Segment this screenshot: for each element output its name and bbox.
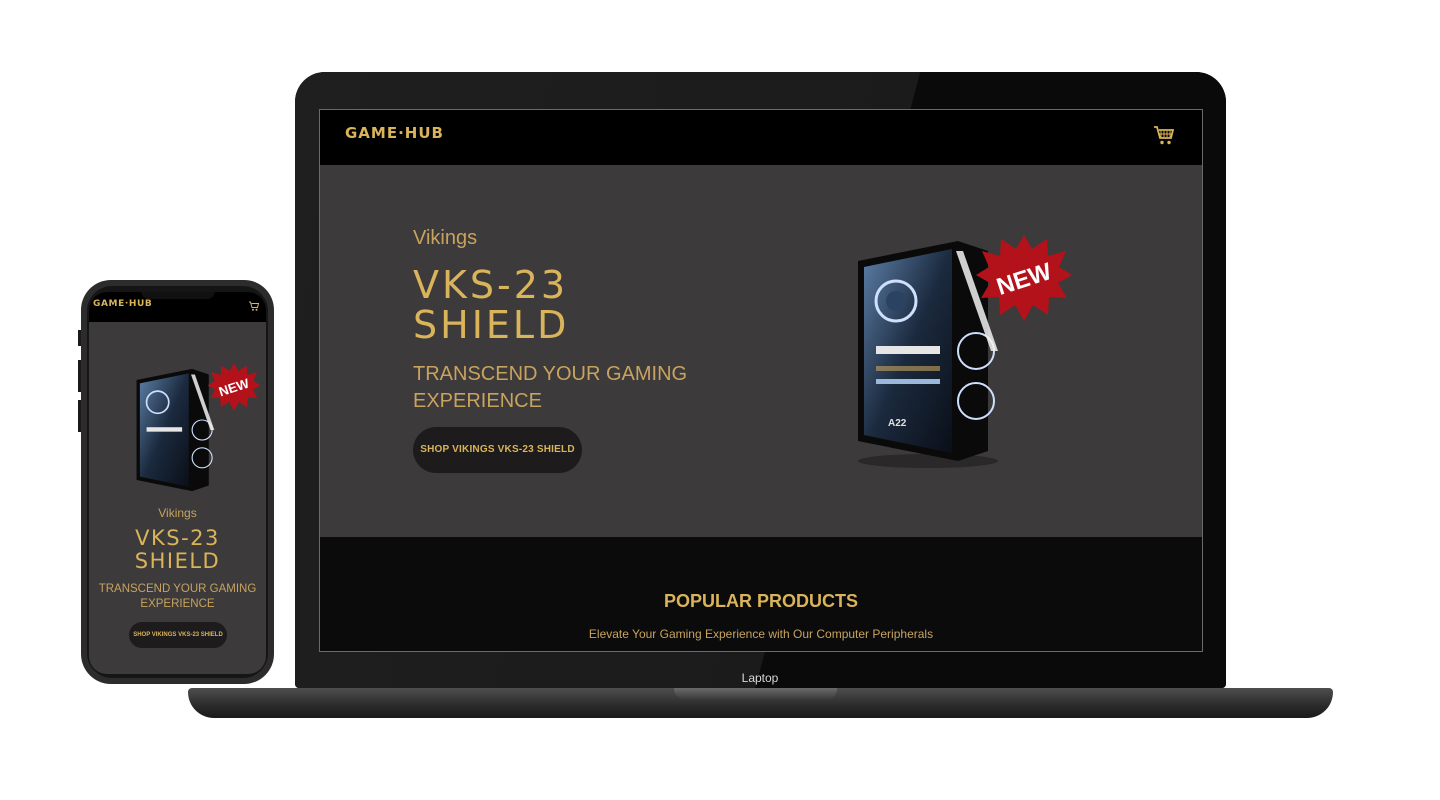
phone-screen: GAME·HUB NEW Vikings VKS-23 SHIELD TRANS… <box>89 292 266 674</box>
new-badge: NEW <box>207 363 261 411</box>
phone-hero-title: VKS-23 SHIELD <box>134 526 221 573</box>
laptop-label: Laptop <box>741 671 779 685</box>
shop-now-button[interactable]: SHOP VIKINGS VKS-23 SHIELD <box>413 427 582 473</box>
laptop-notch <box>674 688 837 699</box>
hero-title: VKS-23 SHIELD <box>413 263 570 347</box>
site-logo[interactable]: GAME·HUB <box>345 124 444 142</box>
phone-hero-brand: Vikings <box>158 506 197 520</box>
hero-tagline: TRANSCEND YOUR GAMING EXPERIENCE <box>413 363 688 412</box>
phone-hero-tagline: TRANSCEND YOUR GAMING EXPERIENCE <box>98 583 257 610</box>
phone-volume-up <box>78 360 81 392</box>
site-nav: GAME·HUB <box>320 110 1202 165</box>
popular-subtitle: Elevate Your Gaming Experience with Our … <box>588 627 934 641</box>
popular-products-section: POPULAR PRODUCTS Elevate Your Gaming Exp… <box>320 537 1202 651</box>
popular-title: POPULAR PRODUCTS <box>663 591 858 611</box>
new-badge: NEW <box>976 235 1072 321</box>
phone-logo[interactable]: GAME·HUB <box>93 299 152 309</box>
phone-nav: GAME·HUB <box>89 292 266 322</box>
hero-brand: Vikings <box>413 227 478 249</box>
shopping-cart-icon[interactable] <box>248 300 260 312</box>
hero-section: Vikings VKS-23 SHIELD TRANSCEND YOUR GAM… <box>320 165 1202 537</box>
phone-shop-now-button[interactable]: SHOP VIKINGS VKS-23 SHIELD <box>129 622 227 648</box>
phone-notch <box>141 292 215 299</box>
shopping-cart-icon[interactable] <box>1152 123 1176 147</box>
laptop-screen: GAME·HUB Vikings VKS-23 SHIELD TRANSCEND… <box>319 109 1203 652</box>
phone-side-button <box>78 330 81 346</box>
phone-volume-down <box>78 400 81 432</box>
svg-text:A22: A22 <box>888 418 907 429</box>
